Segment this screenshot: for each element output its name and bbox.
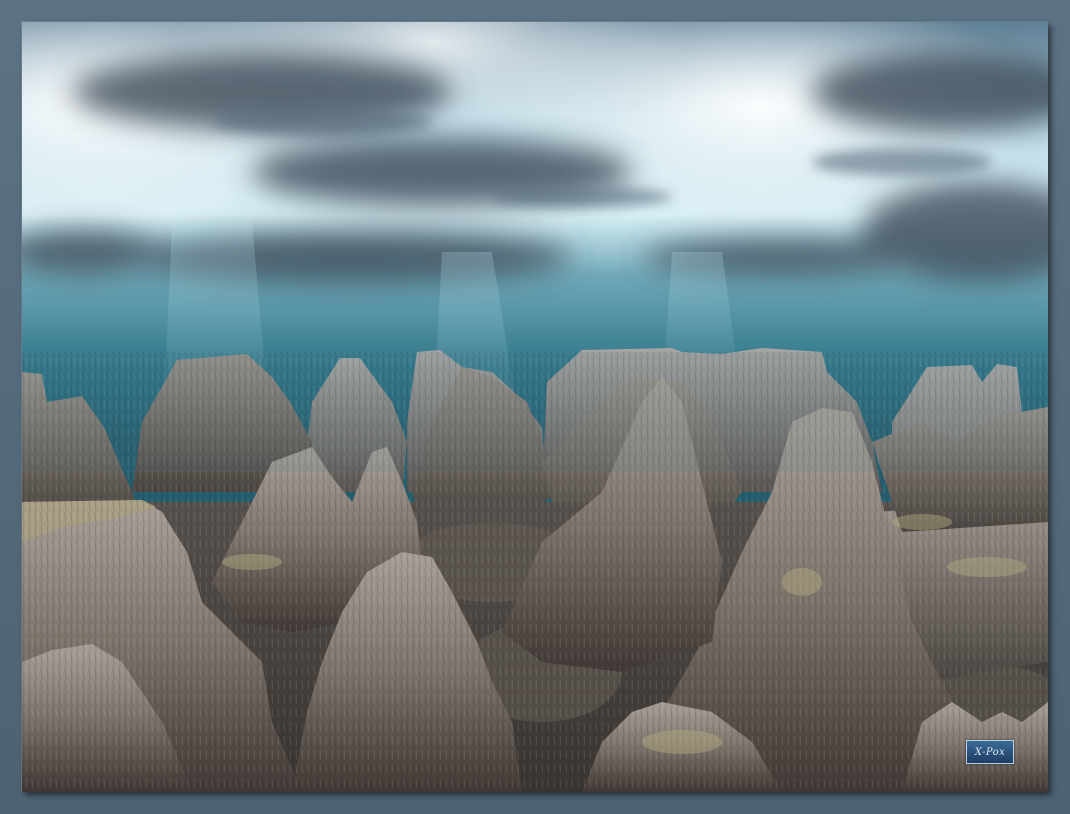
landscape-image: X-Pox xyxy=(22,22,1048,792)
watermark-text: X-Pox xyxy=(974,746,1006,758)
picture-frame: X-Pox xyxy=(0,0,1070,814)
watermark-logo: X-Pox xyxy=(966,740,1014,764)
